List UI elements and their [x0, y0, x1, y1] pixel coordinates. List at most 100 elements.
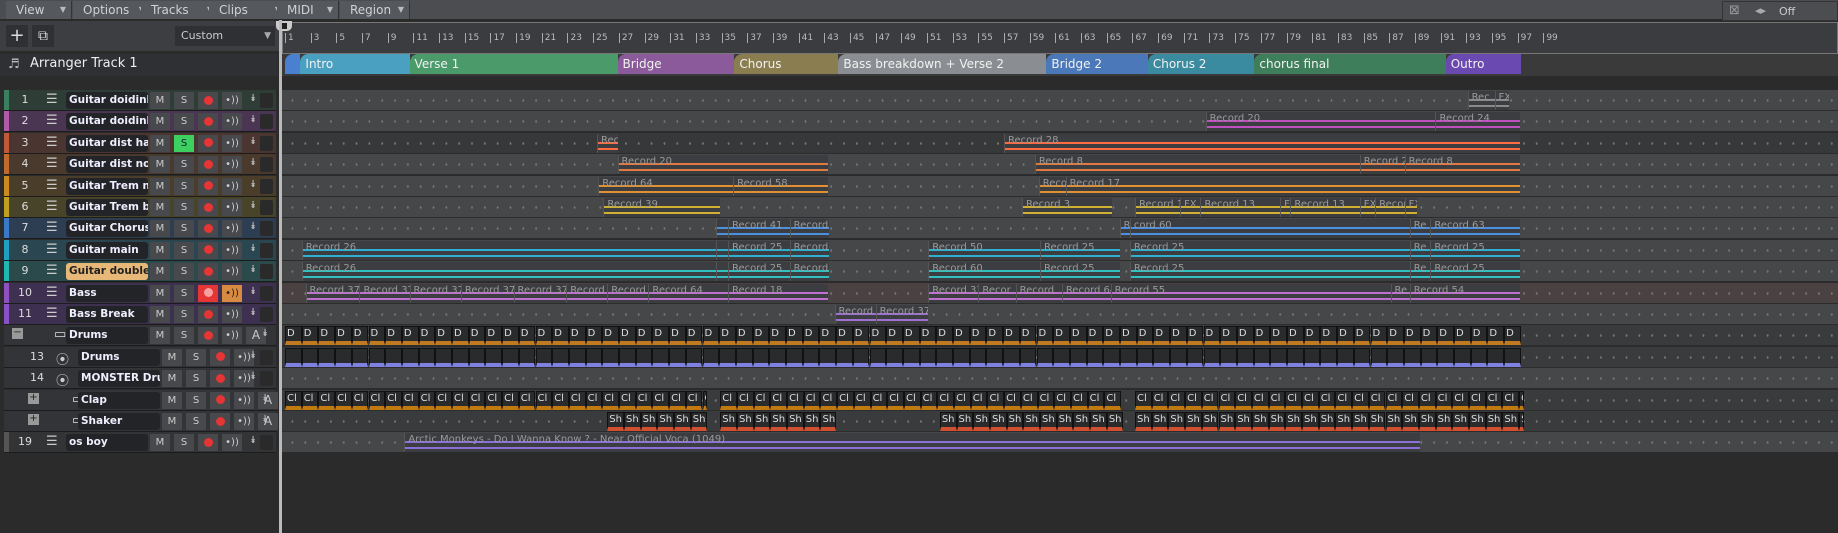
track-header[interactable]: 1 ☰ Guitar doidinhaMS •)) ⯯	[4, 90, 276, 111]
arranger-section[interactable]: Bridge 2	[1046, 54, 1148, 74]
pattern-clip[interactable]: D	[435, 326, 452, 346]
audio-clip[interactable]: Record 37	[359, 283, 410, 303]
audio-clip[interactable]: Record 26	[301, 262, 717, 282]
audio-clip[interactable]: Record	[834, 305, 876, 324]
pattern-clip[interactable]: D	[836, 326, 853, 346]
pattern-clip[interactable]: Sh	[1201, 412, 1219, 431]
pattern-clip[interactable]: Cl	[685, 390, 703, 410]
audio-clip[interactable]: Record 6	[607, 283, 649, 303]
record-arm-button[interactable]	[210, 391, 230, 409]
pattern-clip[interactable]	[335, 347, 352, 367]
record-arm-button[interactable]	[210, 413, 230, 430]
pattern-clip[interactable]: Cl	[368, 390, 386, 410]
pattern-clip[interactable]	[852, 347, 870, 367]
pattern-clip[interactable]	[368, 347, 386, 367]
pattern-clip[interactable]: D	[1003, 326, 1020, 346]
pattern-clip[interactable]: Cl	[1519, 390, 1525, 410]
pattern-clip[interactable]: Cl	[853, 390, 871, 410]
pattern-clip[interactable]	[1437, 347, 1454, 367]
track-name-field[interactable]: Guitar doubletra	[66, 263, 148, 281]
solo-button[interactable]: S	[174, 92, 194, 109]
pattern-clip[interactable]: D	[568, 326, 586, 346]
pattern-clip[interactable]	[1019, 347, 1037, 367]
track-header[interactable]: 4 ☰ Guitar dist noiseMS •)) ⯯	[4, 154, 276, 176]
pattern-clip[interactable]: D	[1086, 326, 1104, 346]
pattern-clip[interactable]: D	[301, 326, 319, 346]
pattern-clip[interactable]: Sh	[720, 412, 737, 431]
menu-view[interactable]: View ▼	[6, 1, 72, 19]
pattern-clip[interactable]: Cl	[770, 390, 788, 410]
track-lane[interactable]: Record 26 Record 25 Record Record 60 Record …	[282, 261, 1838, 283]
pattern-clip[interactable]: Cl	[602, 390, 619, 410]
pattern-clip[interactable]: Cl	[1070, 390, 1088, 410]
track-header[interactable]: 13 ⦿ Drums M S •)) ⯯	[4, 346, 276, 368]
track-header[interactable]: 11 ☰ Bass Break M S •)) ⯯	[4, 304, 276, 325]
pattern-clip[interactable]: Cl	[485, 390, 503, 410]
expand-icon[interactable]: +	[28, 392, 39, 404]
pattern-clip[interactable]: Cl	[1418, 390, 1436, 410]
pattern-clip[interactable]: Sh	[1385, 412, 1403, 431]
pattern-clip[interactable]: Sh	[674, 412, 691, 431]
pattern-clip[interactable]	[1069, 347, 1087, 367]
pattern-clip[interactable]: D	[1069, 326, 1087, 346]
pattern-clip[interactable]	[1003, 347, 1020, 367]
pattern-clip[interactable]: Sh	[1168, 412, 1186, 431]
audio-clip[interactable]: Recor	[978, 283, 1016, 303]
track-name-field[interactable]: Bass	[66, 284, 148, 302]
pattern-clip[interactable]: Sh	[1218, 412, 1236, 431]
audio-clip[interactable]: Record 25	[1039, 262, 1120, 282]
solo-button[interactable]: S	[174, 134, 194, 152]
pattern-clip[interactable]	[702, 347, 720, 367]
pattern-clip[interactable]: Cl	[1218, 390, 1236, 410]
pattern-clip[interactable]: D	[1203, 326, 1221, 346]
pattern-clip[interactable]: D	[452, 326, 469, 346]
pattern-clip[interactable]: Sh	[1485, 412, 1503, 431]
pattern-clip[interactable]: D	[285, 326, 302, 346]
track-name-field[interactable]: Guitar main	[66, 241, 148, 259]
pattern-clip[interactable]	[535, 347, 553, 367]
pattern-clip[interactable]: D	[418, 326, 436, 346]
pattern-clip[interactable]	[769, 347, 786, 367]
track-name-field[interactable]: Drums	[78, 348, 160, 366]
pattern-clip[interactable]: Cl	[702, 390, 708, 410]
pattern-clip[interactable]: D	[652, 326, 670, 346]
pattern-clip[interactable]	[1470, 347, 1488, 367]
track-name-field[interactable]: os boy	[66, 434, 148, 452]
pattern-clip[interactable]: Sh	[623, 412, 641, 431]
audio-clip[interactable]: Record 39	[603, 198, 721, 217]
pattern-clip[interactable]	[819, 347, 837, 367]
pattern-clip[interactable]: D	[719, 326, 736, 346]
pattern-clip[interactable]: D	[685, 326, 703, 346]
track-lane[interactable]: Record 20 Record 24	[282, 111, 1838, 133]
pattern-clip[interactable]: D	[1403, 326, 1421, 346]
pattern-clip[interactable]: Cl	[1168, 390, 1186, 410]
pattern-clip[interactable]	[1420, 347, 1438, 367]
input-monitor-button[interactable]: •))	[222, 306, 242, 323]
pattern-clip[interactable]: D	[1036, 326, 1054, 346]
pattern-clip[interactable]: D	[518, 326, 536, 346]
pattern-clip[interactable]: Cl	[1502, 390, 1520, 410]
track-name-field[interactable]: Guitar doidinha	[66, 113, 148, 131]
chevron-down-icon[interactable]: ⯯	[250, 307, 256, 318]
record-arm-button[interactable]	[210, 348, 230, 366]
pattern-clip[interactable]	[518, 347, 536, 367]
pattern-clip[interactable]	[685, 347, 703, 367]
mute-button[interactable]: M	[150, 177, 170, 195]
pattern-clip[interactable]: Cl	[1054, 390, 1071, 410]
audio-clip[interactable]: Record 37	[305, 283, 360, 303]
audio-clip[interactable]: Record 63	[1430, 219, 1521, 239]
pattern-clip[interactable]: Sh	[1318, 412, 1336, 431]
pattern-clip[interactable]	[1403, 347, 1421, 367]
audio-clip[interactable]: Record 54	[1409, 283, 1521, 303]
input-monitor-button[interactable]: •))	[222, 177, 242, 195]
pattern-clip[interactable]: D	[1303, 326, 1321, 346]
pattern-clip[interactable]: D	[1504, 326, 1521, 346]
audio-clip[interactable]: FX	[1404, 198, 1418, 217]
track-name-field[interactable]: Clap	[78, 391, 160, 409]
pattern-clip[interactable]: Cl	[1452, 390, 1469, 410]
pattern-clip[interactable]	[719, 347, 736, 367]
pattern-clip[interactable]: D	[1420, 326, 1438, 346]
pattern-clip[interactable]: Sh	[1435, 412, 1453, 431]
pattern-clip[interactable]: Cl	[535, 390, 553, 410]
audio-clip[interactable]: Re	[1409, 240, 1431, 260]
